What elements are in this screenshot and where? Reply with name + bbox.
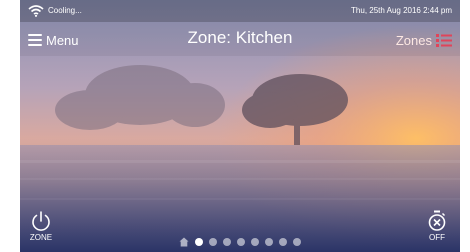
system-status-text: Cooling... (48, 6, 82, 15)
page-indicator (20, 236, 460, 248)
home-icon[interactable] (179, 237, 189, 247)
page-dot-8[interactable] (293, 238, 301, 246)
timer-off-icon (428, 210, 446, 231)
zone-title: Zone: Kitchen (187, 28, 293, 47)
wifi-icon (28, 5, 44, 17)
list-icon (436, 33, 452, 47)
header-bar: Menu Zone: Kitchen Zones (20, 22, 460, 56)
timer-button[interactable]: OFF (422, 210, 452, 250)
timer-label: OFF (429, 233, 445, 242)
page-dot-2[interactable] (209, 238, 217, 246)
page-dot-7[interactable] (279, 238, 287, 246)
page-dot-6[interactable] (265, 238, 273, 246)
date-time-text: Thu, 25th Aug 2016 2:44 pm (351, 6, 452, 15)
power-icon (32, 211, 50, 231)
status-bar: Cooling... Thu, 25th Aug 2016 2:44 pm (20, 0, 460, 22)
page-dot-4[interactable] (237, 238, 245, 246)
page-dot-1[interactable] (195, 238, 203, 246)
zones-button[interactable]: Zones (396, 32, 452, 48)
page-dot-5[interactable] (251, 238, 259, 246)
zones-label: Zones (395, 32, 432, 48)
page-dot-3[interactable] (223, 238, 231, 246)
app-frame: Cooling... Thu, 25th Aug 2016 2:44 pm Me… (20, 0, 460, 252)
